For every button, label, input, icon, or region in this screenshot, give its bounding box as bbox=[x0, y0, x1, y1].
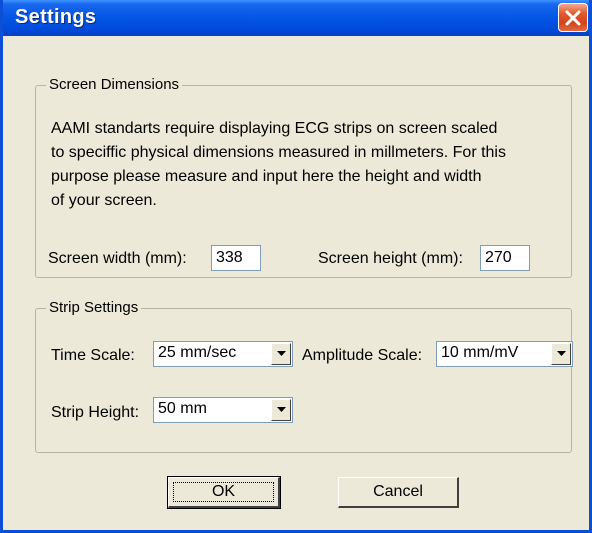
amplitude-scale-label: Amplitude Scale: bbox=[302, 347, 423, 364]
chevron-down-icon bbox=[556, 351, 566, 356]
description-line: to speciffic physical dimensions measure… bbox=[51, 144, 506, 161]
screen-dimensions-description: AAMI standarts require displaying ECG st… bbox=[51, 117, 571, 213]
amplitude-scale-value: 10 mm/mV bbox=[441, 344, 519, 361]
cancel-button-label: Cancel bbox=[373, 483, 423, 500]
strip-settings-group: Strip Settings bbox=[35, 299, 572, 453]
strip-height-select[interactable]: 50 mm bbox=[153, 397, 293, 423]
ok-button-label: OK bbox=[211, 483, 236, 500]
close-icon bbox=[565, 10, 581, 25]
cancel-button[interactable]: Cancel bbox=[338, 477, 459, 508]
description-line: AAMI standarts require displaying ECG st… bbox=[51, 120, 498, 137]
screen-height-label: Screen height (mm): bbox=[318, 250, 463, 267]
screen-dimensions-legend: Screen Dimensions bbox=[46, 76, 183, 94]
screen-width-label: Screen width (mm): bbox=[48, 250, 187, 267]
time-scale-dropdown-button[interactable] bbox=[271, 343, 291, 365]
screen-height-input[interactable] bbox=[480, 245, 530, 271]
description-line: purpose please measure and input here th… bbox=[51, 168, 482, 185]
strip-height-dropdown-button[interactable] bbox=[271, 399, 291, 421]
time-scale-label: Time Scale: bbox=[51, 347, 135, 364]
close-button[interactable] bbox=[558, 3, 588, 32]
time-scale-value: 25 mm/sec bbox=[158, 344, 237, 361]
amplitude-scale-dropdown-button[interactable] bbox=[551, 343, 571, 365]
amplitude-scale-select[interactable]: 10 mm/mV bbox=[436, 341, 573, 367]
strip-height-label: Strip Height: bbox=[51, 404, 140, 421]
strip-height-value: 50 mm bbox=[158, 400, 207, 417]
strip-settings-legend: Strip Settings bbox=[46, 299, 142, 317]
title-bar[interactable]: Settings bbox=[3, 0, 589, 36]
window-title: Settings bbox=[15, 6, 97, 28]
chevron-down-icon bbox=[276, 351, 286, 356]
ok-button[interactable]: OK bbox=[167, 476, 281, 509]
description-line: of your screen. bbox=[51, 192, 157, 209]
screen-width-input[interactable] bbox=[211, 245, 261, 271]
time-scale-select[interactable]: 25 mm/sec bbox=[153, 341, 293, 367]
chevron-down-icon bbox=[276, 407, 286, 412]
settings-dialog: Settings Screen Dimensions AAMI standart… bbox=[0, 0, 592, 533]
